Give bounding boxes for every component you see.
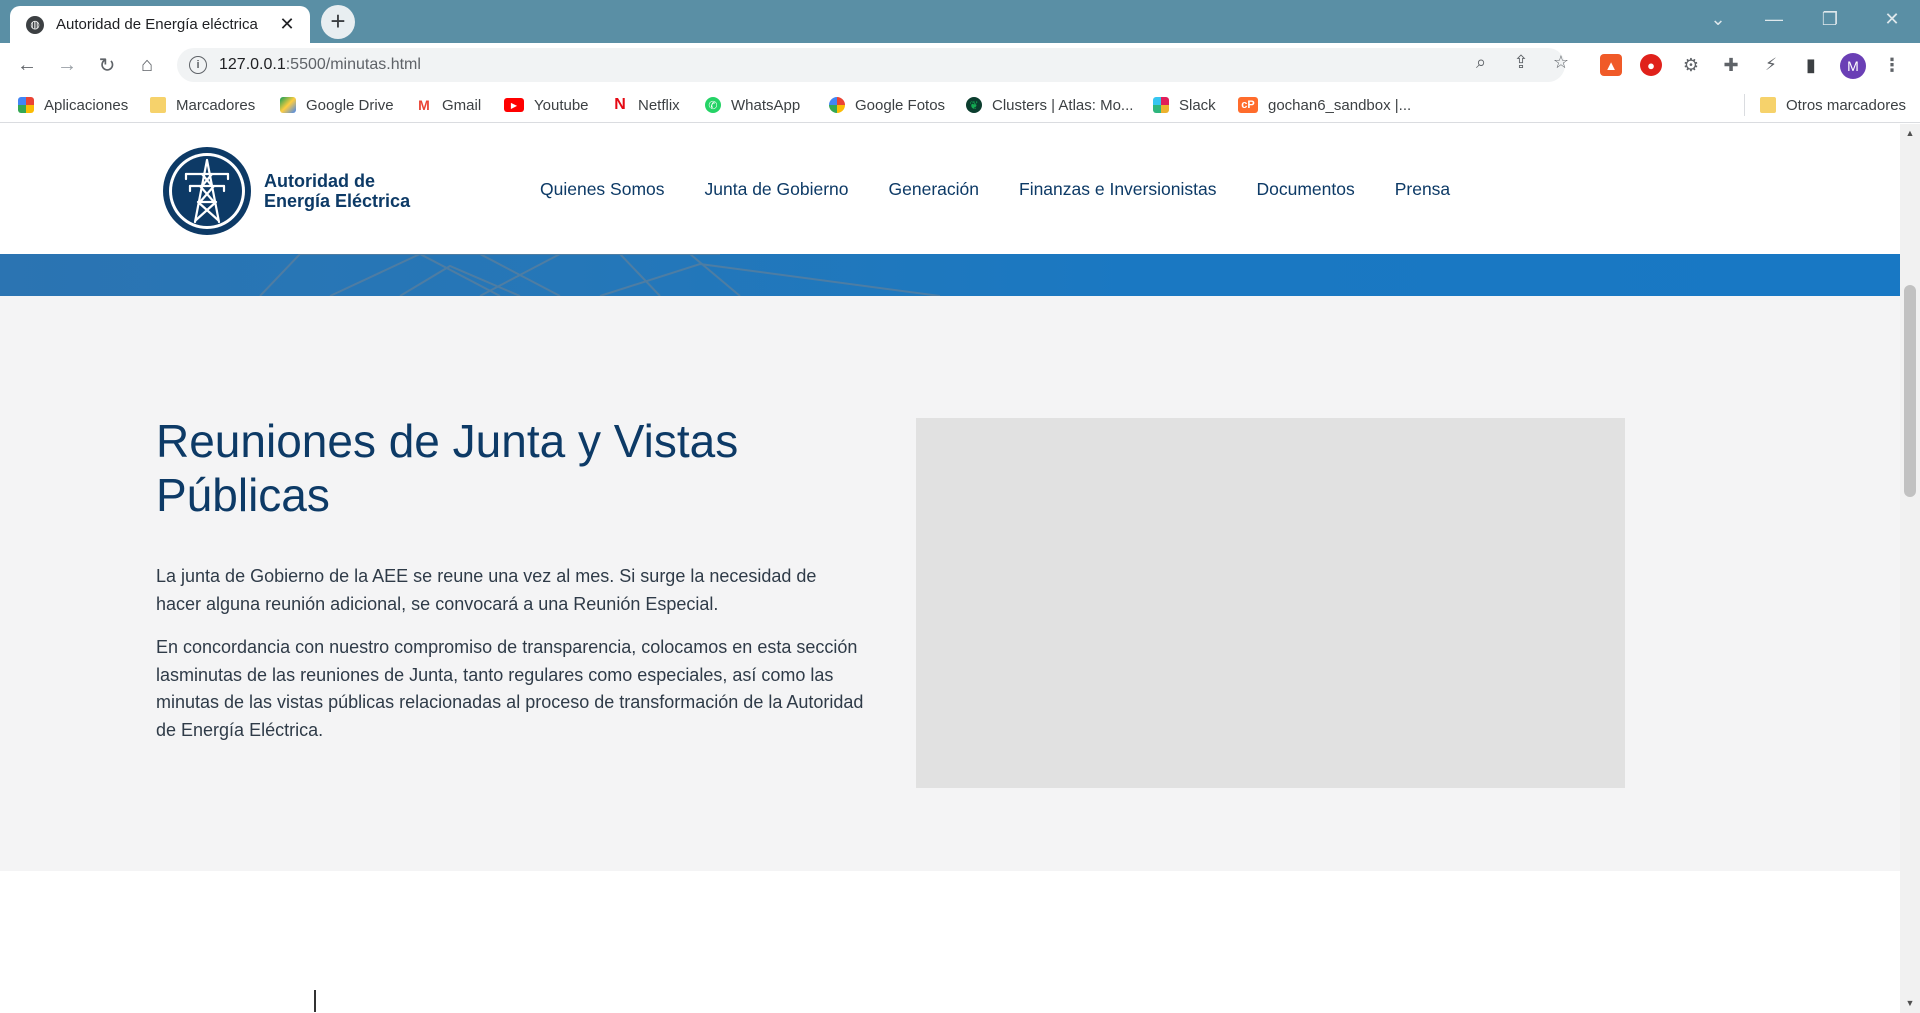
url-host: 127.0.0.1 [219,56,286,73]
performance-icon[interactable]: ⚡ [1760,54,1782,76]
browser-tab-active[interactable]: ◍ Autoridad de Energía eléctrica ✕ [10,6,310,43]
bookmark-label: Netflix [638,96,680,114]
site-logo[interactable]: Autoridad de Energía Eléctrica [162,146,410,236]
bookmark-label: Otros marcadores [1786,96,1907,114]
text-cursor [314,990,316,1012]
bookmark-star-icon[interactable]: ☆ [1550,51,1572,73]
nav-documentos[interactable]: Documentos [1256,179,1354,200]
logo-line-1: Autoridad de [264,171,375,191]
page-scrollbar[interactable] [1900,124,1920,1013]
extension-icon-1[interactable]: ▲ [1600,54,1622,76]
apps-grid-icon [18,97,34,113]
bookmark-label: Google Drive [306,96,394,114]
scrollbar-thumb[interactable] [1904,285,1916,497]
power-tower-logo-icon [163,147,251,235]
tab-search-icon[interactable]: ⌄ [1690,0,1746,38]
home-icon[interactable]: ⌂ [132,50,162,80]
whatsapp-icon: ✆ [705,97,721,113]
nav-quienes-somos[interactable]: Quienes Somos [540,179,665,200]
bookmark-label: Aplicaciones [44,96,129,114]
bookmark-youtube[interactable]: ▶ Youtube [504,95,589,115]
scroll-up-arrow-icon[interactable]: ▲ [1904,128,1916,142]
profile-avatar[interactable]: M [1840,53,1866,79]
bookmarks-divider [1744,94,1745,116]
bookmark-slack[interactable]: Slack [1153,95,1216,115]
nav-generacion[interactable]: Generación [889,179,979,200]
url-text: 127.0.0.1:5500/minutas.html [219,56,421,74]
logo-text: Autoridad de Energía Eléctrica [264,171,410,211]
nav-junta-de-gobierno[interactable]: Junta de Gobierno [705,179,849,200]
menu-kebab-icon[interactable]: ⋮ [1881,54,1903,76]
mongodb-leaf-icon: ❦ [966,97,982,113]
bookmark-label: Slack [1179,96,1216,114]
browser-toolbar: ← → ↻ ⌂ i 127.0.0.1:5500/minutas.html ⌕ … [0,43,1920,87]
logo-line-2: Energía Eléctrica [264,191,411,211]
bookmark-whatsapp[interactable]: ✆ WhatsApp [705,95,800,115]
tab-title: Autoridad de Energía eléctrica [56,16,258,33]
minimize-icon[interactable]: — [1746,0,1802,38]
site-header: Autoridad de Energía Eléctrica Quienes S… [0,124,1900,254]
window-close-icon[interactable]: ✕ [1864,0,1920,38]
bookmark-apps[interactable]: Aplicaciones [18,95,128,115]
restore-icon[interactable]: ❐ [1802,0,1858,38]
browser-tabstrip: ◍ Autoridad de Energía eléctrica ✕ + ⌄ —… [0,0,1920,43]
bookmark-label: Clusters | Atlas: Mo... [992,96,1134,114]
site-info-icon[interactable]: i [189,56,207,74]
bookmark-label: Youtube [534,96,589,114]
folder-icon [1760,97,1776,113]
side-panel-icon[interactable]: ▮ [1800,54,1822,76]
google-drive-icon [280,97,296,113]
bookmark-otros-marcadores[interactable]: Otros marcadores [1760,95,1906,115]
bookmark-marcadores[interactable]: Marcadores [150,95,255,115]
share-icon[interactable]: ⇪ [1510,51,1532,73]
url-path: :5500/minutas.html [285,56,421,73]
extension-icon-2[interactable]: ● [1640,54,1662,76]
bookmark-clusters-atlas[interactable]: ❦ Clusters | Atlas: Mo... [966,95,1133,115]
zoom-icon[interactable]: ⌕ [1470,51,1492,73]
power-lines-image [259,254,941,296]
page-title: Reuniones de Junta y Vistas Públicas [156,415,739,521]
hero-banner-strip [0,254,1900,296]
netflix-icon: N [612,96,628,113]
nav-finanzas-e-inversionistas[interactable]: Finanzas e Inversionistas [1019,179,1216,200]
bookmark-google-drive[interactable]: Google Drive [280,95,394,115]
bookmark-label: Marcadores [176,96,256,114]
bookmark-label: Gmail [442,96,482,114]
globe-icon: ◍ [26,15,44,34]
folder-icon [150,97,166,113]
intro-paragraph-1: La junta de Gobierno de la AEE se reune … [156,566,817,614]
youtube-icon: ▶ [504,98,524,112]
google-photos-icon [829,97,845,113]
gmail-icon: M [416,97,432,113]
bookmark-gochan6-sandbox[interactable]: cP gochan6_sandbox |... [1238,95,1411,115]
nav-prensa[interactable]: Prensa [1395,179,1450,200]
slack-icon [1153,97,1169,113]
bookmark-gmail[interactable]: M Gmail [416,95,481,115]
bookmark-google-fotos[interactable]: Google Fotos [829,95,945,115]
back-arrow-icon[interactable]: ← [12,50,42,80]
close-tab-icon[interactable]: ✕ [276,14,298,35]
bookmark-label: gochan6_sandbox |... [1268,96,1412,114]
cpanel-icon: cP [1238,97,1258,113]
intro-section: Reuniones de Junta y Vistas Públicas La … [0,296,1900,871]
main-nav: Quienes Somos Junta de Gobierno Generaci… [540,179,1490,200]
bookmark-label: Google Fotos [855,96,946,114]
scroll-down-arrow-icon[interactable]: ▼ [1904,998,1916,1012]
image-placeholder [916,418,1625,788]
address-bar[interactable]: i 127.0.0.1:5500/minutas.html [177,48,1565,82]
bookmark-netflix[interactable]: N Netflix [612,95,680,115]
forward-arrow-icon[interactable]: → [52,50,82,80]
bookmarks-bar: Aplicaciones Marcadores Google Drive M G… [0,87,1920,123]
reload-icon[interactable]: ↻ [92,50,122,80]
new-tab-button[interactable]: + [321,5,355,39]
bookmark-label: WhatsApp [731,96,801,114]
extensions-puzzle-icon[interactable]: ✚ [1720,54,1742,76]
extension-gear-icon[interactable]: ⚙ [1680,54,1702,76]
page-viewport: Autoridad de Energía Eléctrica Quienes S… [0,124,1900,1013]
intro-paragraph-2: En concordancia con nuestro compromiso d… [156,637,864,740]
